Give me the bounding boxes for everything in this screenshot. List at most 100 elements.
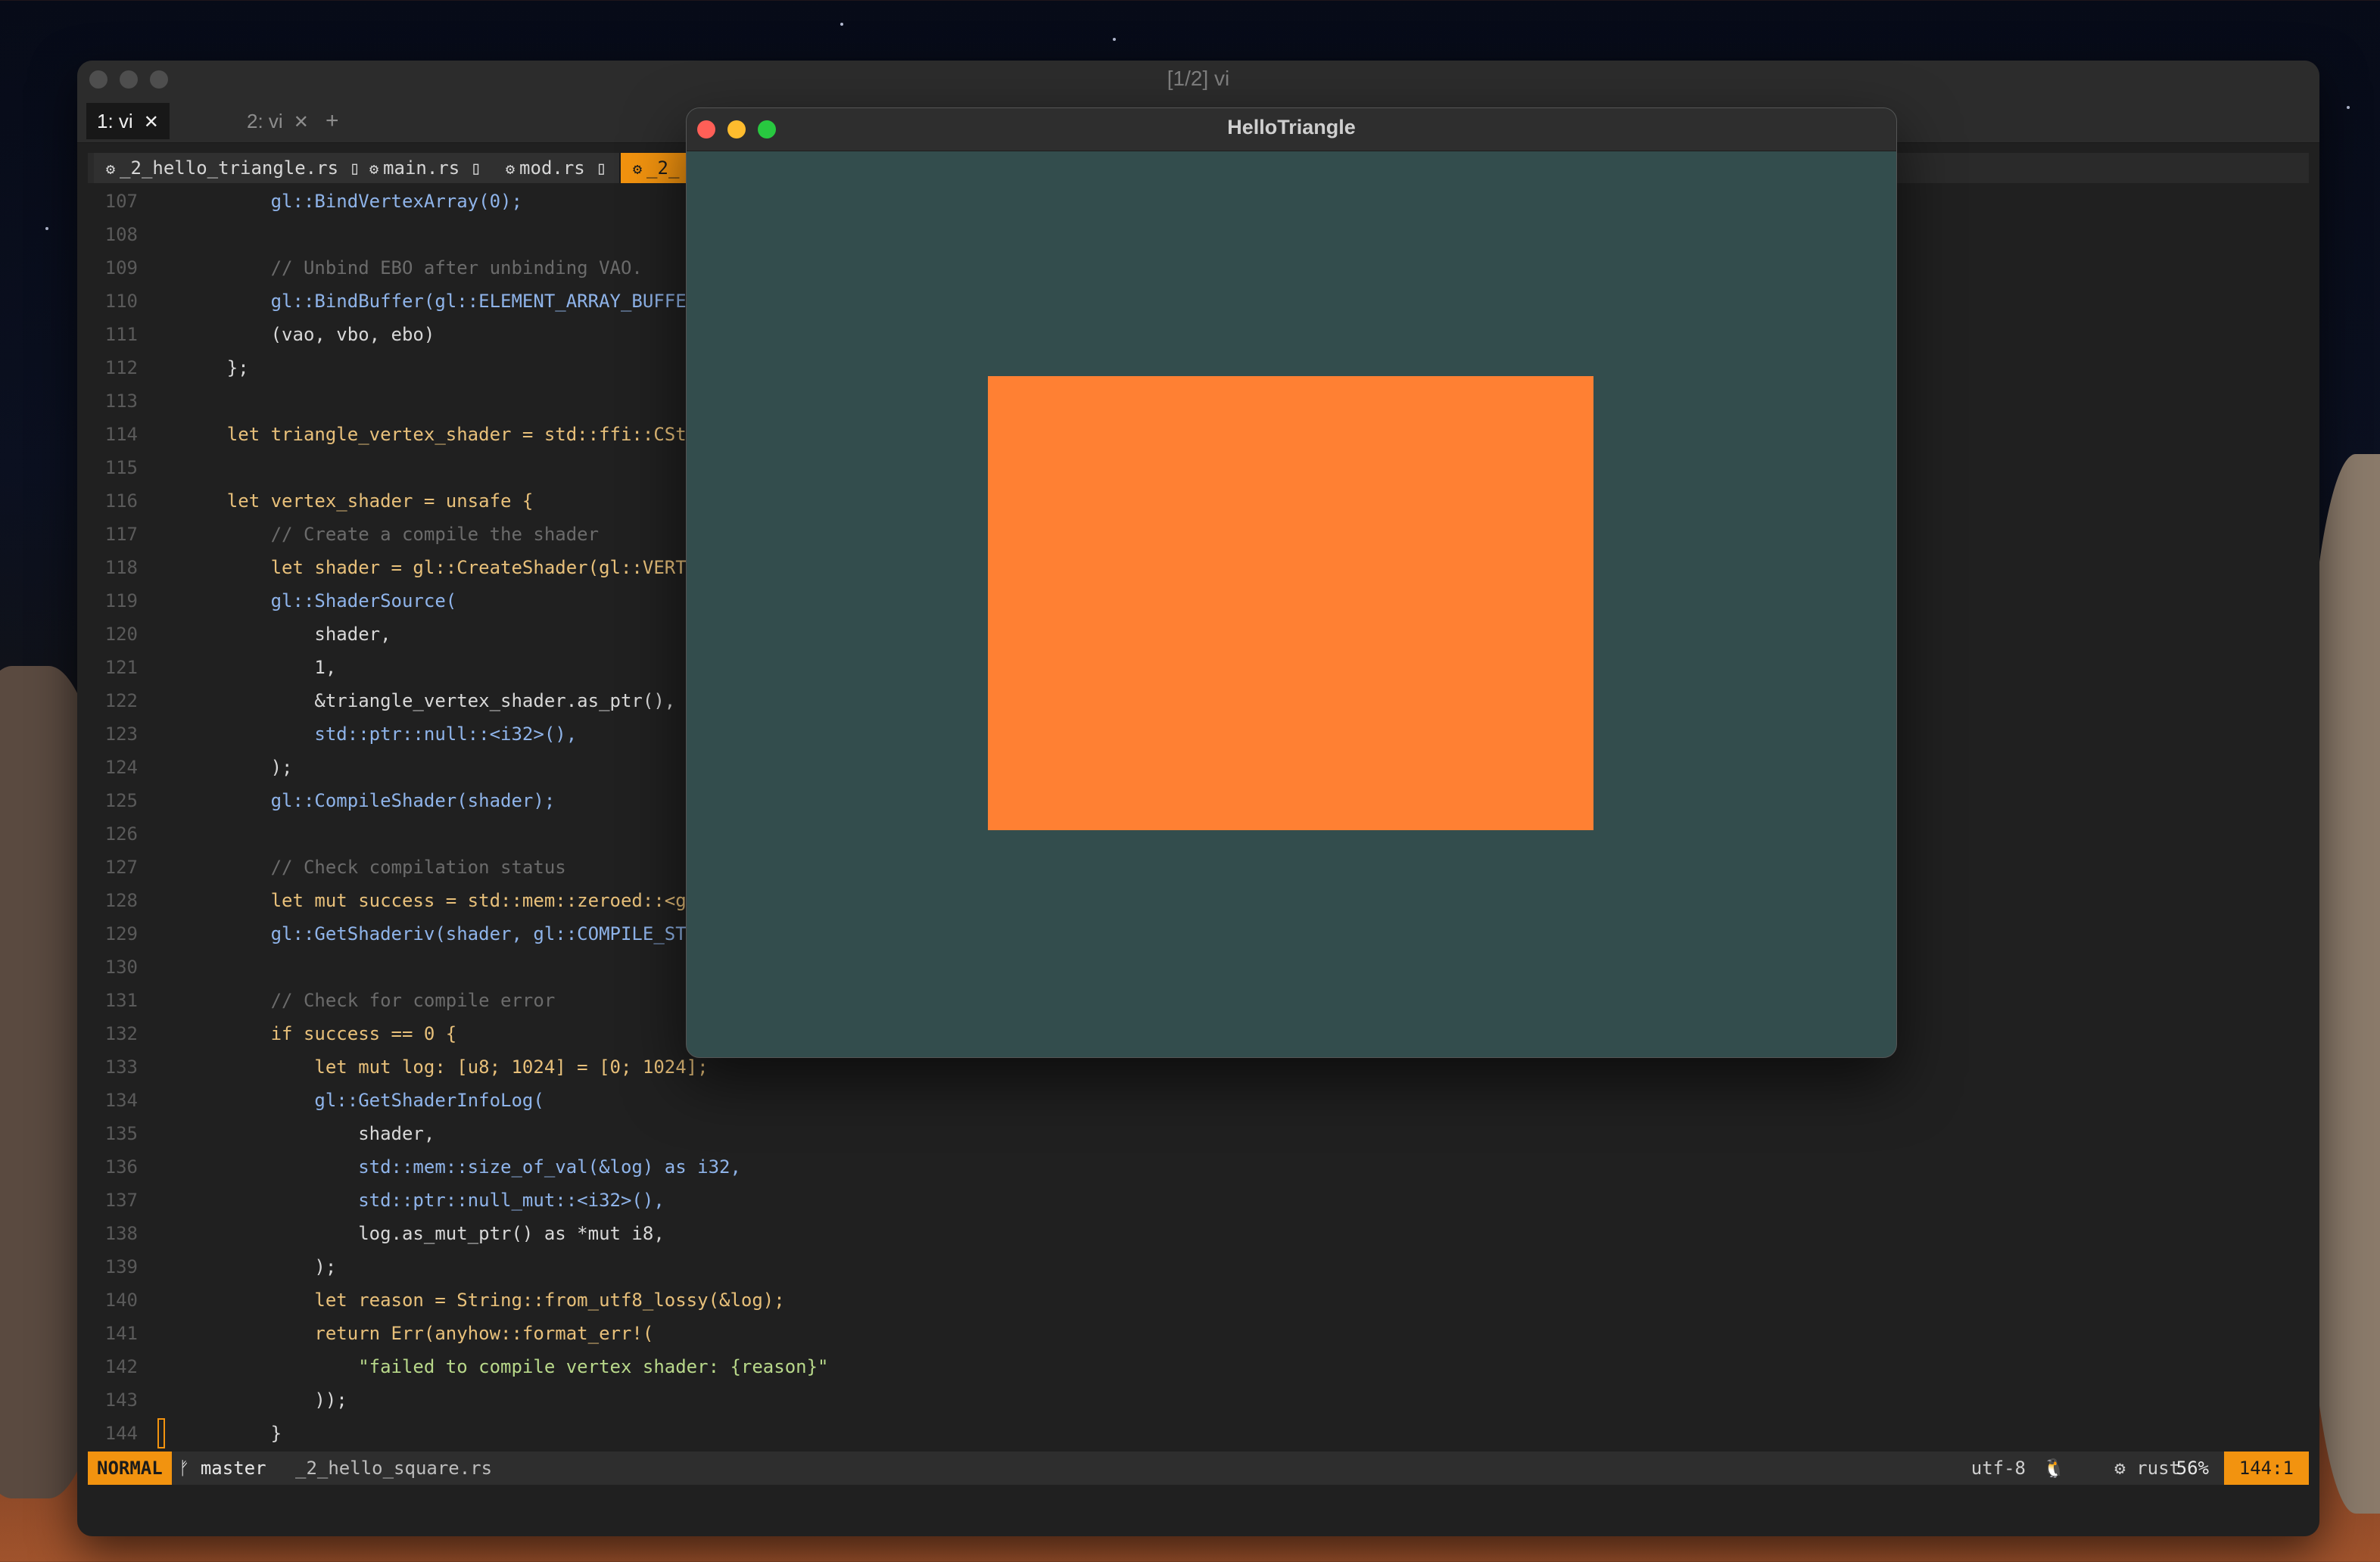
star <box>2347 106 2350 109</box>
line-number: 129 <box>104 923 138 944</box>
tab-label: 2: vi <box>247 110 283 132</box>
code-line[interactable]: 107 gl::BindVertexArray(0); <box>88 185 522 218</box>
filetype: ⚙ rust <box>2114 1452 2180 1485</box>
line-number: 126 <box>104 823 138 845</box>
code-text: ); <box>183 757 293 778</box>
code-line[interactable]: 128 let mut success = std::mem::zeroed::… <box>88 884 785 917</box>
code-text: (vao, vbo, ebo) <box>183 324 435 345</box>
buffer-tab[interactable]: ⚙ mod.rs ▯ <box>494 153 621 183</box>
code-line[interactable]: 126 <box>88 817 183 851</box>
code-line[interactable]: 117 // Create a compile the shader <box>88 518 599 551</box>
line-number: 108 <box>104 224 138 245</box>
line-number: 123 <box>104 723 138 745</box>
code-line[interactable]: 122 &triangle_vertex_shader.as_ptr(), <box>88 684 676 717</box>
buffer-tab-active[interactable]: ⚙ _2_ <box>621 153 694 183</box>
line-number: 121 <box>104 657 138 678</box>
line-number: 144 <box>104 1423 138 1444</box>
line-number: 133 <box>104 1056 138 1078</box>
code-line[interactable]: 133 let mut log: [u8; 1024] = [0; 1024]; <box>88 1050 709 1084</box>
cursor-position: 144:1 <box>2223 1452 2309 1485</box>
star <box>45 227 48 230</box>
tab-label: 1: vi <box>97 110 133 132</box>
code-text: log.as_mut_ptr() as *mut i8, <box>183 1223 665 1244</box>
line-number: 142 <box>104 1356 138 1377</box>
code-text: gl::BindVertexArray(0); <box>183 191 522 212</box>
code-line[interactable]: 124 ); <box>88 751 293 784</box>
code-line[interactable]: 114 let triangle_vertex_shader = std::ff… <box>88 418 785 451</box>
code-line[interactable]: 131 // Check for compile error <box>88 984 556 1017</box>
code-text: } <box>183 1423 282 1444</box>
code-line[interactable]: 142 "failed to compile vertex shader: {r… <box>88 1350 829 1383</box>
code-line[interactable]: 118 let shader = gl::CreateShader(gl::VE… <box>88 551 785 584</box>
code-line[interactable]: 113 <box>88 384 183 418</box>
code-line[interactable]: 111 (vao, vbo, ebo) <box>88 318 435 351</box>
code-line[interactable]: 127 // Check compilation status <box>88 851 566 884</box>
code-line[interactable]: 139 ); <box>88 1250 337 1284</box>
code-line[interactable]: 144 } <box>88 1417 282 1450</box>
code-line[interactable]: 115 <box>88 451 183 484</box>
filetype-label: rust <box>2136 1458 2180 1479</box>
rust-icon: ⚙ <box>2114 1458 2137 1479</box>
code-text: std::ptr::null::<i32>(), <box>183 723 578 745</box>
line-number: 117 <box>104 524 138 545</box>
code-line[interactable]: 119 gl::ShaderSource( <box>88 584 457 618</box>
code-line[interactable]: 140 let reason = String::from_utf8_lossy… <box>88 1284 785 1317</box>
star <box>840 23 843 26</box>
code-line[interactable]: 137 std::ptr::null_mut::<i32>(), <box>88 1184 665 1217</box>
code-text: std::ptr::null_mut::<i32>(), <box>183 1190 665 1211</box>
line-number: 110 <box>104 291 138 312</box>
code-line[interactable]: 109 // Unbind EBO after unbinding VAO. <box>88 251 643 285</box>
code-line[interactable]: 125 gl::CompileShader(shader); <box>88 784 556 817</box>
code-line[interactable]: 120 shader, <box>88 618 391 651</box>
rendered-square <box>988 376 1593 830</box>
line-number: 122 <box>104 690 138 711</box>
line-number: 116 <box>104 490 138 512</box>
line-number: 141 <box>104 1323 138 1344</box>
code-line[interactable]: 108 <box>88 218 183 251</box>
line-number: 118 <box>104 557 138 578</box>
hellotriangle-window: HelloTriangle <box>686 107 1897 1058</box>
line-number: 138 <box>104 1223 138 1244</box>
line-number: 139 <box>104 1256 138 1277</box>
code-line[interactable]: 129 gl::GetShaderiv(shader, gl::COMPILE_… <box>88 917 785 951</box>
line-number: 127 <box>104 857 138 878</box>
code-line[interactable]: 134 gl::GetShaderInfoLog( <box>88 1084 544 1117</box>
code-line[interactable]: 123 std::ptr::null::<i32>(), <box>88 717 578 751</box>
code-text: shader, <box>183 624 391 645</box>
line-number: 115 <box>104 457 138 478</box>
code-line[interactable]: 132 if success == 0 { <box>88 1017 457 1050</box>
code-text: gl::BindBuffer(gl::ELEMENT_ARRAY_BUFFER,… <box>183 291 752 312</box>
code-line[interactable]: 136 std::mem::size_of_val(&log) as i32, <box>88 1150 741 1184</box>
line-number: 111 <box>104 324 138 345</box>
terminal-tab-1[interactable]: 1: vi ✕ <box>86 103 170 139</box>
code-text: std::mem::size_of_val(&log) as i32, <box>183 1156 741 1178</box>
code-text: // Check for compile error <box>183 990 556 1011</box>
code-text: return Err(anyhow::format_err!( <box>183 1323 654 1344</box>
code-line[interactable]: 143 )); <box>88 1383 347 1417</box>
gl-titlebar: HelloTriangle <box>687 108 1896 151</box>
code-line[interactable]: 138 log.as_mut_ptr() as *mut i8, <box>88 1217 665 1250</box>
line-number: 113 <box>104 390 138 412</box>
code-line[interactable]: 121 1, <box>88 651 337 684</box>
line-number: 135 <box>104 1123 138 1144</box>
code-text: let reason = String::from_utf8_lossy(&lo… <box>183 1290 785 1311</box>
close-icon[interactable]: ✕ <box>294 112 309 132</box>
terminal-tab-2[interactable]: 2: vi ✕ <box>236 103 319 139</box>
buffer-tab-label: _2_hello_triangle.rs ▯ <box>120 157 360 179</box>
code-line[interactable]: 116 let vertex_shader = unsafe { <box>88 484 534 518</box>
code-line[interactable]: 110 gl::BindBuffer(gl::ELEMENT_ARRAY_BUF… <box>88 285 752 318</box>
close-icon[interactable]: ✕ <box>144 112 159 132</box>
statusline: NORMAL ᚠ master _2_hello_square.rs utf-8… <box>88 1452 2309 1485</box>
code-line[interactable]: 141 return Err(anyhow::format_err!( <box>88 1317 654 1350</box>
code-line[interactable]: 112 }; <box>88 351 249 384</box>
buffer-tab[interactable]: ⚙ _2_hello_triangle.rs ▯ <box>94 153 375 183</box>
line-number: 136 <box>104 1156 138 1178</box>
line-number: 109 <box>104 257 138 278</box>
code-line[interactable]: 130 <box>88 951 183 984</box>
new-tab-button[interactable]: + <box>315 103 350 139</box>
rust-icon: ⚙ <box>106 160 116 178</box>
code-line[interactable]: 135 shader, <box>88 1117 435 1150</box>
line-number: 107 <box>104 191 138 212</box>
buffer-tab[interactable]: ⚙ main.rs ▯ <box>357 153 497 183</box>
code-text: &triangle_vertex_shader.as_ptr(), <box>183 690 676 711</box>
